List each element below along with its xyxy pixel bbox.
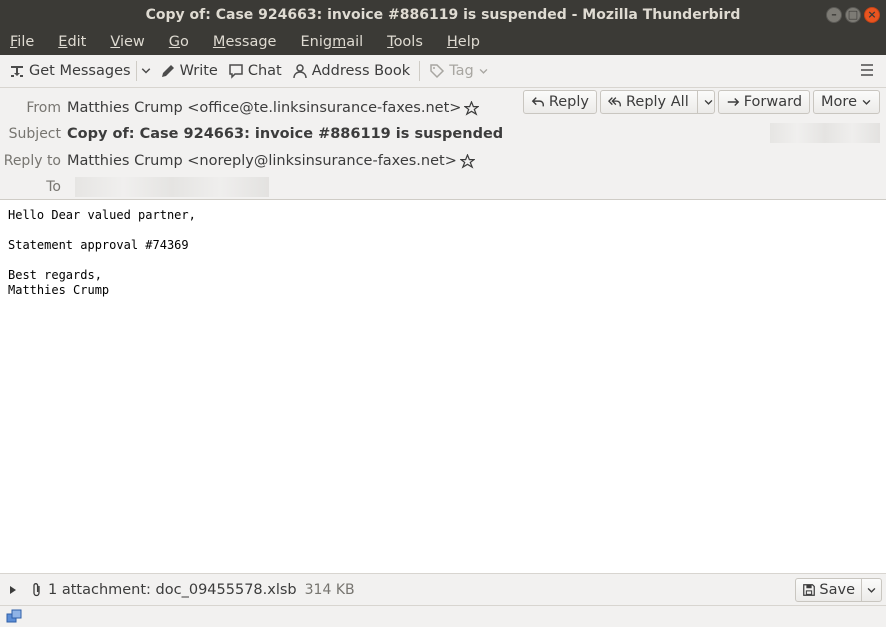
floppy-disk-icon: [803, 584, 816, 596]
menu-edit[interactable]: Edit: [48, 30, 86, 55]
tag-icon: [430, 64, 445, 79]
replyto-value[interactable]: Matthies Crump <noreply@linksinsurance-f…: [67, 153, 457, 169]
menu-file[interactable]: File: [0, 30, 34, 55]
more-button[interactable]: More: [813, 90, 880, 114]
body-line: [8, 223, 878, 238]
subject-value: Copy of: Case 924663: invoice #886119 is…: [67, 126, 504, 142]
minimize-button[interactable]: –: [826, 7, 842, 23]
get-messages-button[interactable]: Get Messages: [4, 58, 136, 84]
menu-bar: File Edit View Go Message Enigmail Tools…: [0, 30, 886, 55]
body-line: Matthies Crump: [8, 283, 110, 297]
header-actions: Reply Reply All Forward More: [522, 90, 880, 114]
save-dropdown[interactable]: [861, 579, 881, 601]
to-row: To: [0, 176, 269, 198]
reply-all-arrow-icon: [607, 97, 621, 107]
menu-enigmail[interactable]: Enigmail: [290, 30, 363, 55]
attachment-bar: 1 attachment: doc_09455578.xlsb 314 KB S…: [0, 573, 886, 605]
chevron-down-icon: [141, 68, 150, 74]
save-button-main[interactable]: Save: [796, 582, 861, 598]
replyto-row: Reply to Matthies Crump <noreply@linksin…: [0, 150, 475, 172]
replyto-label: Reply to: [3, 153, 61, 169]
subject-label: Subject: [8, 126, 61, 142]
from-value[interactable]: Matthies Crump <office@te.linksinsurance…: [67, 100, 461, 116]
chevron-down-icon: [479, 68, 488, 74]
window-controls: – □ ×: [826, 7, 880, 23]
download-icon: [11, 66, 23, 77]
pencil-icon: [161, 65, 174, 77]
menu-go[interactable]: Go: [159, 30, 189, 55]
forward-button[interactable]: Forward: [717, 90, 811, 114]
star-icon[interactable]: [464, 100, 480, 116]
attachment-size: 314 KB: [304, 581, 355, 598]
menu-tools[interactable]: Tools: [377, 30, 423, 55]
online-status-icon[interactable]: [6, 609, 22, 624]
from-label: From: [26, 100, 61, 116]
save-attachment-button[interactable]: Save: [795, 578, 882, 602]
tag-button[interactable]: Tag: [424, 58, 494, 84]
redacted-recipient: [75, 177, 269, 197]
address-book-button[interactable]: Address Book: [287, 58, 415, 84]
contacts-icon: [293, 64, 307, 79]
chat-button[interactable]: Chat: [223, 58, 287, 84]
reply-arrow-icon: [531, 97, 544, 107]
attachment-summary[interactable]: 1 attachment: doc_09455578.xlsb: [48, 582, 297, 598]
reply-all-dropdown[interactable]: [696, 91, 714, 113]
reply-all-button[interactable]: Reply All: [599, 90, 715, 114]
paperclip-icon: [33, 582, 40, 596]
message-body[interactable]: Hello Dear valued partner, Statement app…: [0, 200, 886, 573]
close-button[interactable]: ×: [864, 7, 880, 23]
toolbar-separator: [419, 61, 421, 81]
title-bar: Copy of: Case 924663: invoice #886119 is…: [0, 0, 886, 30]
subject-row: Subject Copy of: Case 924663: invoice #8…: [0, 123, 504, 145]
status-bar: [0, 605, 886, 627]
chevron-down-icon: [704, 99, 713, 105]
body-line: Best regards,: [8, 268, 102, 282]
body-line: Hello Dear valued partner,: [8, 208, 196, 222]
redacted-date: [770, 123, 880, 143]
body-line: Statement approval #74369: [8, 238, 189, 252]
maximize-button[interactable]: □: [845, 7, 861, 23]
chevron-down-icon: [867, 587, 876, 593]
chevron-down-icon: [862, 99, 871, 105]
forward-arrow-icon: [727, 98, 739, 106]
reply-button[interactable]: Reply: [522, 90, 597, 114]
menu-message[interactable]: Message: [203, 30, 277, 55]
body-line: [8, 253, 878, 268]
write-button[interactable]: Write: [155, 58, 223, 84]
menu-view[interactable]: View: [100, 30, 144, 55]
to-label: To: [46, 179, 61, 195]
from-row: From Matthies Crump <office@te.linksinsu…: [0, 97, 480, 119]
menu-help[interactable]: Help: [437, 30, 480, 55]
message-header: From Matthies Crump <office@te.linksinsu…: [0, 88, 886, 200]
chat-bubble-icon: [229, 64, 243, 79]
expand-triangle-icon[interactable]: [8, 585, 18, 595]
window-title: Copy of: Case 924663: invoice #886119 is…: [145, 7, 741, 23]
get-messages-dropdown[interactable]: [135, 61, 155, 81]
star-icon[interactable]: [459, 153, 475, 169]
hamburger-menu-icon[interactable]: [860, 63, 874, 77]
main-toolbar: Get Messages Write Chat Address Book Tag: [0, 55, 886, 88]
